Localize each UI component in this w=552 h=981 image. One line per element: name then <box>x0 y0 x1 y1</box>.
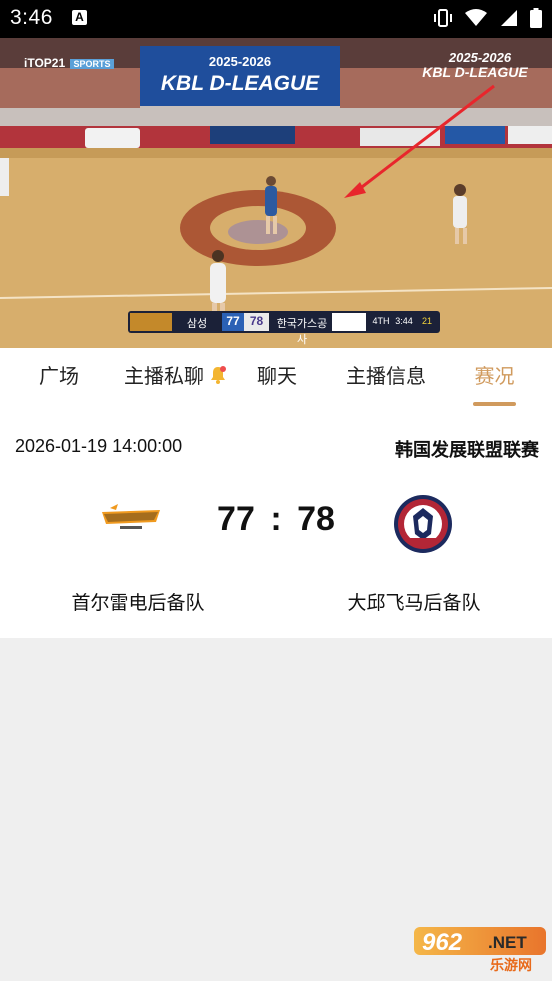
scoreboard-home: 삼성 <box>186 318 208 330</box>
notification-bell-icon <box>211 366 226 384</box>
scoreboard-quarter: 4TH <box>372 316 390 326</box>
notification-icon: A <box>72 10 87 25</box>
scoreboard-shot-clock: 21 <box>421 316 432 326</box>
broadcast-badge-main: iTOP21 <box>24 56 66 70</box>
watermark-sub: 乐游网 <box>490 957 532 973</box>
status-bar: 3:46 A <box>0 0 552 38</box>
home-score: 77 <box>217 500 255 538</box>
corner-title: KBL D-LEAGUE <box>422 64 528 80</box>
tab-chat[interactable]: 聊天 <box>246 348 308 410</box>
vibrate-icon <box>433 9 452 27</box>
match-datetime: 2026-01-19 14:00:00 <box>15 436 183 456</box>
away-team-logo <box>394 495 452 553</box>
watermark-main: 962 <box>422 929 463 956</box>
home-team-name: 首尔雷电后备队 <box>71 593 205 614</box>
scoreboard-home-score: 77 <box>226 314 240 328</box>
banner-year: 2025-2026 <box>208 54 272 69</box>
tab-anchor-private-chat-label: 主播私聊 <box>124 366 204 388</box>
tab-anchor-info[interactable]: 主播信息 <box>336 348 436 410</box>
match-score: 77 : 78 <box>190 500 362 539</box>
away-score: 78 <box>297 500 335 538</box>
tab-active-indicator <box>473 402 516 406</box>
score-separator: : <box>270 500 282 538</box>
player-figure <box>0 158 9 196</box>
home-team-logo <box>102 504 160 529</box>
site-watermark: 962 .NET 乐游网 <box>414 927 546 973</box>
status-icons <box>425 8 542 30</box>
scoreboard-away-score: 78 <box>249 314 264 328</box>
corner-year: 2025-2026 <box>448 50 512 65</box>
watermark-suffix: .NET <box>488 933 527 952</box>
scoreboard-clock: 3:44 <box>395 316 413 326</box>
broadcast-badge-sub: SPORTS <box>70 59 114 69</box>
video-player[interactable]: iTOP21 SPORTS 2025-2026 KBL D-LEAGUE 202… <box>0 38 552 348</box>
tab-anchor-private-chat[interactable]: 主播私聊 <box>124 348 236 410</box>
status-time: 3:46 <box>10 6 53 29</box>
match-league: 韩国发展联盟联赛 <box>395 440 539 460</box>
tab-plaza[interactable]: 广场 <box>20 348 98 410</box>
away-team-name: 大邱飞马后备队 <box>347 593 481 614</box>
battery-icon <box>530 8 542 28</box>
scoreboard-away: 한국가스공사 <box>276 318 328 346</box>
tab-bar: 广场 主播私聊 聊天 主播信息 赛况 <box>0 348 552 410</box>
broadcast-badge: iTOP21 SPORTS <box>24 56 114 70</box>
wifi-icon <box>465 9 488 26</box>
banner-title: KBL D-LEAGUE <box>160 72 320 95</box>
signal-icon <box>500 10 517 26</box>
match-card: 2026-01-19 14:00:00 韩国发展联盟联赛 77 : 78 首尔雷… <box>0 410 552 638</box>
tab-match-status[interactable]: 赛况 <box>463 348 526 410</box>
